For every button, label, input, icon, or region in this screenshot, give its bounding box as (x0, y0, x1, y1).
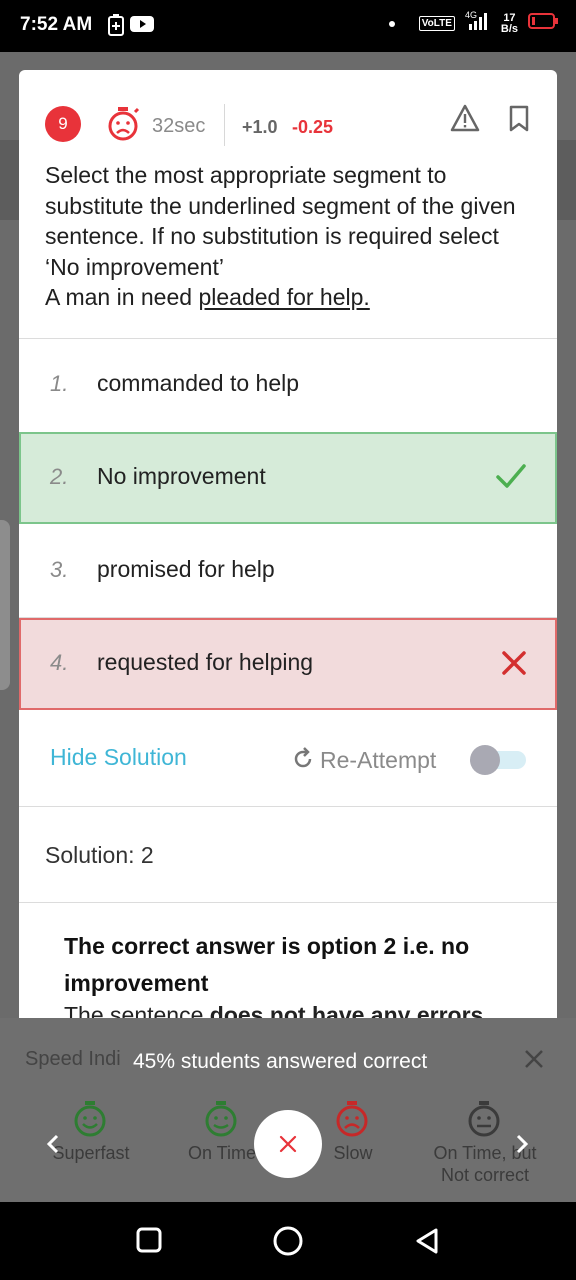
option-number: 3. (50, 557, 69, 582)
option-text: requested for helping (97, 649, 314, 675)
reattempt-label[interactable]: Re-Attempt (320, 747, 436, 774)
divider (19, 902, 557, 903)
question-text: Select the most appropriate segment to s… (45, 160, 535, 313)
close-solution-button[interactable] (254, 1110, 322, 1178)
slow-clock-icon (336, 1101, 368, 1137)
background-drawer-handle (0, 520, 10, 690)
option-4-wrong[interactable]: 4. requested for helping (19, 618, 557, 710)
battery-low-icon (528, 13, 558, 34)
solution-label: Solution: 2 (45, 842, 154, 868)
positive-marks: +1.0 (242, 117, 278, 137)
option-2-correct[interactable]: 2. No improvement (19, 432, 557, 524)
question-header: 9 32sec +1.0 -0.25 (19, 100, 557, 150)
speed-ontime: On Time (182, 1098, 262, 1164)
network-gen-label: 4G (465, 10, 477, 20)
system-navigation-bar (0, 1202, 576, 1280)
slow-timer-icon (107, 106, 141, 147)
option-number: 1. (50, 371, 69, 396)
time-taken: 32sec (152, 115, 206, 137)
speed-ontime-not-correct: On Time, but Not correct (418, 1098, 552, 1186)
data-speed: 17 B/s (500, 11, 518, 35)
checkmark-icon (495, 462, 527, 495)
option-number: 4. (50, 650, 69, 675)
divider (19, 806, 557, 807)
speed-label-line2: Not correct (440, 1165, 530, 1185)
question-solution-card: 9 32sec +1.0 -0.25 Select the most appro… (19, 70, 557, 1026)
speed-label: Superfast (52, 1143, 130, 1163)
data-speed-value: 17 (503, 11, 516, 24)
battery-saver-icon (108, 14, 124, 41)
hide-solution-link[interactable]: Hide Solution (50, 744, 187, 771)
ontime-clock-icon (205, 1101, 237, 1137)
home-button-icon[interactable] (272, 1225, 304, 1262)
status-right: VoLTE 4G 17 B/s (388, 10, 558, 37)
recents-button-icon[interactable] (136, 1227, 162, 1258)
volte-label: VoLTE (418, 16, 455, 31)
toggle-knob (470, 745, 500, 775)
solution-controls: Hide Solution Re-Attempt (19, 710, 557, 806)
negative-marks: -0.25 (292, 117, 334, 137)
superfast-clock-icon (74, 1101, 106, 1137)
speed-label: Slow (333, 1143, 373, 1163)
reattempt-toggle[interactable] (470, 745, 526, 775)
option-3[interactable]: 3. promised for help (19, 525, 557, 617)
option-number: 2. (50, 464, 69, 489)
option-text: promised for help (97, 556, 275, 582)
close-icon (279, 1135, 297, 1153)
next-arrow-icon[interactable] (513, 1133, 531, 1160)
refresh-icon[interactable] (291, 746, 315, 775)
ontime-wrong-clock-icon (468, 1101, 500, 1137)
previous-arrow-icon[interactable] (44, 1133, 62, 1160)
signal-icon: 4G (465, 10, 491, 37)
notification-dot-icon (388, 20, 395, 27)
youtube-icon (130, 14, 154, 39)
sentence-underlined: pleaded for help. (198, 284, 370, 310)
option-text: No improvement (97, 463, 266, 489)
solution-heading: The correct answer is option 2 i.e. no i… (64, 933, 470, 996)
option-1[interactable]: 1. commanded to help (19, 339, 557, 431)
option-text: commanded to help (97, 370, 300, 396)
status-bar: 7:52 AM VoLTE 4G 17 B/s (0, 0, 576, 52)
sentence-prefix: A man in need (45, 284, 199, 310)
speed-slow: Slow (318, 1098, 388, 1164)
status-time: 7:52 AM (20, 14, 93, 35)
question-prompt: Select the most appropriate segment to s… (45, 162, 516, 280)
speed-indicator-title: Speed Indi (25, 1048, 121, 1070)
back-button-icon[interactable] (414, 1227, 440, 1260)
data-speed-unit: B/s (500, 22, 518, 35)
report-warning-icon[interactable] (450, 104, 480, 137)
header-divider (224, 104, 225, 146)
question-number-badge: 9 (45, 106, 81, 142)
cross-icon (501, 650, 527, 681)
speed-label: On Time (187, 1143, 257, 1163)
percent-correct-banner: 45% students answered correct (133, 1050, 428, 1073)
bookmark-icon[interactable] (508, 105, 530, 138)
sheet-close-icon[interactable] (523, 1048, 545, 1075)
